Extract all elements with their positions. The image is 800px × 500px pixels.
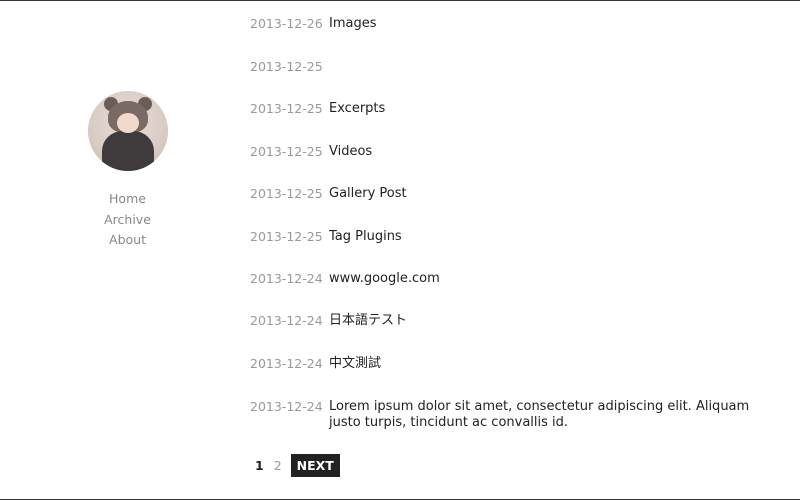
post-item: 2013-12-25 Gallery Post bbox=[250, 186, 780, 202]
post-date: 2013-12-24 bbox=[250, 356, 323, 371]
post-date: 2013-12-26 bbox=[250, 16, 323, 31]
post-item: 2013-12-25 Tag Plugins bbox=[250, 229, 780, 245]
post-title-link[interactable]: Videos bbox=[329, 144, 780, 160]
post-item: 2013-12-24 www.google.com bbox=[250, 271, 780, 287]
post-item: 2013-12-24 日本語テスト bbox=[250, 313, 780, 329]
nav-link-about[interactable]: About bbox=[70, 230, 185, 251]
post-title-link[interactable]: 日本語テスト bbox=[329, 313, 780, 329]
avatar[interactable] bbox=[87, 91, 168, 171]
post-date: 2013-12-25 bbox=[250, 101, 323, 116]
post-date: 2013-12-25 bbox=[250, 229, 323, 244]
post-date: 2013-12-25 bbox=[250, 144, 323, 159]
post-title-link[interactable]: 中文測試 bbox=[329, 356, 780, 372]
nav-link-archive[interactable]: Archive bbox=[70, 210, 185, 231]
avatar-body bbox=[101, 131, 154, 171]
nav-link-home[interactable]: Home bbox=[70, 189, 185, 210]
page: Home Archive About 2013-12-26 Images 201… bbox=[0, 0, 800, 500]
post-title-link[interactable]: Tag Plugins bbox=[329, 229, 780, 245]
post-title-link[interactable] bbox=[329, 59, 780, 75]
post-title-link[interactable]: Lorem ipsum dolor sit amet, consectetur … bbox=[329, 399, 780, 431]
pagination: 1 2 NEXT bbox=[255, 454, 340, 477]
pagination-next-button[interactable]: NEXT bbox=[290, 454, 340, 477]
sidebar-nav: Home Archive About bbox=[70, 189, 185, 251]
post-item: 2013-12-25 Videos bbox=[250, 144, 780, 160]
pagination-current-page: 1 bbox=[255, 458, 264, 473]
post-item: 2013-12-26 Images bbox=[250, 16, 780, 32]
avatar-face bbox=[116, 113, 139, 133]
post-title-link[interactable]: Excerpts bbox=[329, 101, 780, 117]
sidebar: Home Archive About bbox=[70, 91, 185, 251]
post-date: 2013-12-24 bbox=[250, 313, 323, 328]
post-item: 2013-12-25 Excerpts bbox=[250, 101, 780, 117]
post-date: 2013-12-25 bbox=[250, 59, 323, 74]
post-date: 2013-12-25 bbox=[250, 186, 323, 201]
pagination-page-2[interactable]: 2 bbox=[274, 458, 282, 473]
post-title-link[interactable]: Images bbox=[329, 16, 780, 32]
post-item: 2013-12-24 Lorem ipsum dolor sit amet, c… bbox=[250, 399, 780, 431]
post-title-link[interactable]: Gallery Post bbox=[329, 186, 780, 202]
post-title-link[interactable]: www.google.com bbox=[329, 271, 780, 287]
post-date: 2013-12-24 bbox=[250, 271, 323, 286]
post-item: 2013-12-24 中文測試 bbox=[250, 356, 780, 372]
post-item: 2013-12-25 bbox=[250, 59, 780, 75]
post-date: 2013-12-24 bbox=[250, 399, 323, 414]
